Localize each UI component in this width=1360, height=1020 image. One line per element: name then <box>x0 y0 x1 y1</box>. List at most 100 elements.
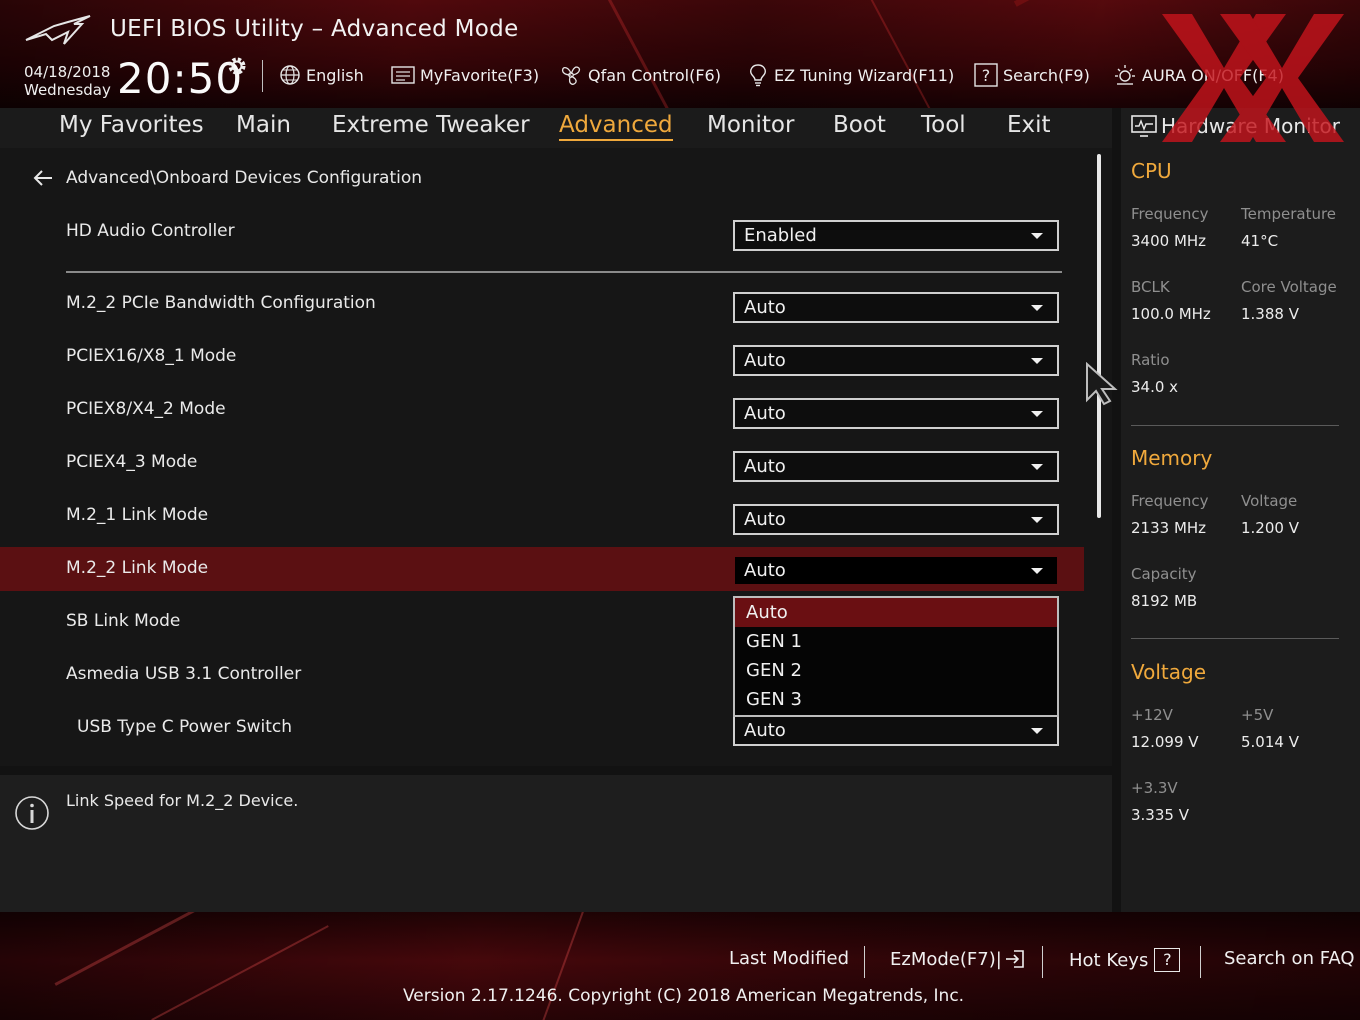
myfavorite-button[interactable]: MyFavorite(F3) <box>391 62 539 88</box>
tab-tool[interactable]: Tool <box>921 112 966 138</box>
tab-my-favorites[interactable]: My Favorites <box>59 112 204 138</box>
dropdown-option-gen2[interactable]: GEN 2 <box>735 656 1057 685</box>
select-value: Auto <box>744 403 786 424</box>
last-modified-button[interactable]: Last Modified <box>729 948 849 969</box>
memory-heading: Memory <box>1131 446 1213 470</box>
section-divider <box>1131 638 1339 639</box>
ezmode-button[interactable]: EzMode(F7)| <box>890 948 1026 970</box>
footer-separator <box>1200 946 1201 978</box>
chevron-down-icon <box>1031 568 1043 574</box>
fan-icon <box>561 66 581 85</box>
back-arrow-icon[interactable] <box>32 169 54 187</box>
bclk-value: 100.0 MHz <box>1131 305 1211 323</box>
setting-row[interactable]: M.2_2 PCIe Bandwidth Configuration Auto <box>0 282 1084 326</box>
cpu-frequency-label: Frequency <box>1131 205 1209 223</box>
aura-toggle-button[interactable]: AURA ON/OFF(F4) <box>1113 62 1284 88</box>
v12-label: +12V <box>1131 706 1173 724</box>
svg-text:?: ? <box>982 66 991 85</box>
memory-frequency-label: Frequency <box>1131 492 1209 510</box>
help-panel: Link Speed for M.2_2 Device. <box>0 775 1112 912</box>
m2-1-link-mode-select[interactable]: Auto <box>733 504 1059 535</box>
setting-label: USB Type C Power Switch <box>77 717 293 737</box>
setting-row-selected[interactable]: M.2_2 Link Mode Auto <box>0 547 1084 591</box>
m2-2-bandwidth-select[interactable]: Auto <box>733 292 1059 323</box>
ez-tuning-wizard-button[interactable]: EZ Tuning Wizard(F11) <box>747 62 954 88</box>
select-value: Enabled <box>744 225 817 246</box>
qfan-control-button[interactable]: Qfan Control(F6) <box>559 62 721 88</box>
select-value: Auto <box>744 456 786 477</box>
gear-icon[interactable] <box>225 54 249 78</box>
select-value: Auto <box>744 509 786 530</box>
select-value: Auto <box>744 297 786 318</box>
footer-separator <box>1042 946 1043 978</box>
tab-exit[interactable]: Exit <box>1007 112 1051 138</box>
title-bar: UEFI BIOS Utility – Advanced Mode 04/18/… <box>0 0 1360 108</box>
setting-row[interactable]: PCIEX4_3 Mode Auto <box>0 441 1084 485</box>
language-label: English <box>306 65 364 85</box>
cpu-frequency-value: 3400 MHz <box>1131 232 1207 250</box>
setting-row[interactable]: M.2_1 Link Mode Auto <box>0 494 1084 538</box>
pciex16-mode-select[interactable]: Auto <box>733 345 1059 376</box>
tab-boot[interactable]: Boot <box>833 112 886 138</box>
cpu-temperature-label: Temperature <box>1241 205 1337 223</box>
setting-label: M.2_2 Link Mode <box>66 558 209 578</box>
v33-label: +3.3V <box>1131 779 1178 797</box>
setting-label: M.2_2 PCIe Bandwidth Configuration <box>66 293 376 313</box>
language-button[interactable]: English <box>279 62 364 88</box>
setting-row[interactable]: PCIEX16/X8_1 Mode Auto <box>0 335 1084 379</box>
setting-label: PCIEX4_3 Mode <box>66 452 198 472</box>
cpu-temperature-value: 41°C <box>1241 232 1279 250</box>
pciex8-mode-select[interactable]: Auto <box>733 398 1059 429</box>
hardware-monitor-title: Hardware Monitor <box>1131 114 1340 138</box>
breadcrumb-path: Advanced\Onboard Devices Configuration <box>66 168 423 188</box>
chevron-down-icon <box>1031 728 1043 734</box>
search-faq-button[interactable]: Search on FAQ <box>1224 948 1355 969</box>
core-voltage-value: 1.388 V <box>1241 305 1299 323</box>
dropdown-option-gen1[interactable]: GEN 1 <box>735 627 1057 656</box>
voltage-heading: Voltage <box>1131 660 1207 684</box>
select-value: Auto <box>744 350 786 371</box>
dropdown-option-gen3[interactable]: GEN 3 <box>735 685 1057 714</box>
tab-monitor[interactable]: Monitor <box>707 112 794 138</box>
usb-type-c-power-select[interactable]: Auto <box>733 715 1059 746</box>
v5-value: 5.014 V <box>1241 733 1299 751</box>
select-value: Auto <box>744 560 786 581</box>
hd-audio-select[interactable]: Enabled <box>733 220 1059 251</box>
help-search-icon: ? <box>974 63 998 87</box>
chevron-down-icon <box>1031 464 1043 470</box>
scrollbar[interactable] <box>1097 154 1101 518</box>
date-text: 04/18/2018 <box>24 63 111 81</box>
pciex4-mode-select[interactable]: Auto <box>733 451 1059 482</box>
dropdown-option-auto[interactable]: Auto <box>735 598 1057 627</box>
tab-extreme-tweaker[interactable]: Extreme Tweaker <box>332 112 530 138</box>
hardware-monitor-label: Hardware Monitor <box>1161 114 1340 138</box>
breadcrumb: Advanced\Onboard Devices Configuration <box>32 168 422 188</box>
version-text: Version 2.17.1246. Copyright (C) 2018 Am… <box>403 986 965 1006</box>
chevron-down-icon <box>1031 305 1043 311</box>
lightbulb-icon <box>750 64 766 87</box>
tab-advanced[interactable]: Advanced <box>559 112 673 141</box>
link-mode-dropdown-list: Auto GEN 1 GEN 2 GEN 3 <box>733 596 1059 717</box>
memory-voltage-value: 1.200 V <box>1241 519 1299 537</box>
setting-label: SB Link Mode <box>66 611 181 631</box>
setting-label: PCIEX16/X8_1 Mode <box>66 346 237 366</box>
rog-logo-icon <box>25 15 91 45</box>
qfan-label: Qfan Control(F6) <box>588 65 721 85</box>
footer-bar: Last Modified EzMode(F7)| Hot Keys ? Sea… <box>0 912 1360 1020</box>
globe-icon <box>280 65 300 85</box>
search-faq-label: Search on FAQ <box>1224 948 1355 969</box>
setting-row[interactable]: PCIEX8/X4_2 Mode Auto <box>0 388 1084 432</box>
m2-2-link-mode-select[interactable]: Auto <box>733 555 1059 586</box>
favorite-list-icon <box>391 66 415 84</box>
select-value: Auto <box>744 720 786 741</box>
hot-keys-button[interactable]: Hot Keys ? <box>1069 948 1181 972</box>
exit-arrow-icon <box>1005 950 1024 968</box>
chevron-down-icon <box>1031 517 1043 523</box>
tab-main[interactable]: Main <box>236 112 291 138</box>
monitor-icon <box>1131 115 1157 137</box>
bclk-label: BCLK <box>1131 278 1170 296</box>
v5-label: +5V <box>1241 706 1274 724</box>
setting-label: M.2_1 Link Mode <box>66 505 209 525</box>
search-button[interactable]: ? Search(F9) <box>974 62 1090 88</box>
setting-row[interactable]: HD Audio Controller Enabled <box>0 210 1084 254</box>
